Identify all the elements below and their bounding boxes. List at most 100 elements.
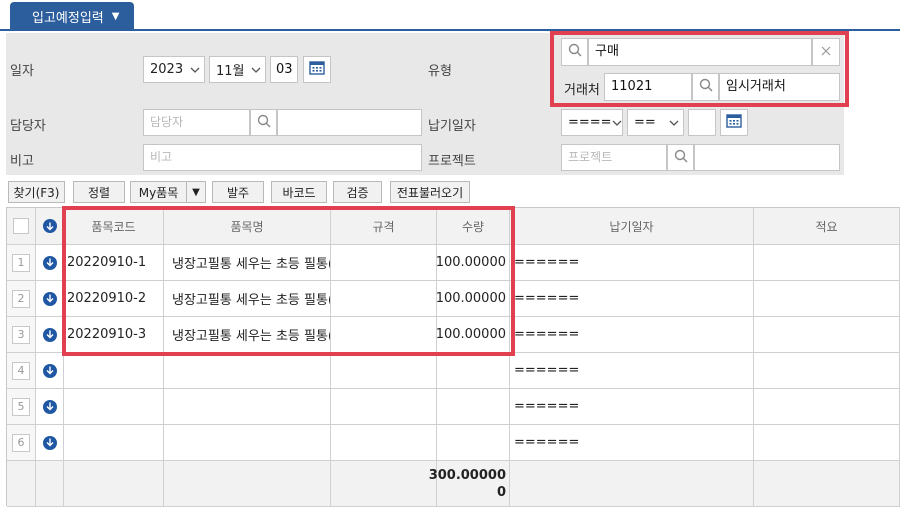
manager-input[interactable]: 담당자 [143, 109, 250, 136]
cell-spec[interactable] [331, 353, 437, 389]
cell-due[interactable]: ====== [510, 389, 754, 425]
download-icon[interactable] [42, 255, 57, 270]
row-number-cell: 6 [7, 425, 36, 461]
row-number-cell: 2 [7, 281, 36, 317]
cell-note[interactable] [754, 389, 900, 425]
manager-name-input[interactable] [277, 109, 422, 136]
cell-code[interactable] [64, 425, 164, 461]
cell-due[interactable]: ====== [510, 245, 754, 281]
cell-qty[interactable] [437, 425, 510, 461]
row-download-cell[interactable] [36, 353, 64, 389]
row-download-cell[interactable] [36, 281, 64, 317]
cell-note[interactable] [754, 353, 900, 389]
total-quantity-line2: 0 [496, 484, 506, 500]
project-label: 프로젝트 [428, 154, 476, 169]
cell-note[interactable] [754, 425, 900, 461]
footer-cell [64, 461, 164, 507]
row-download-cell[interactable] [36, 425, 64, 461]
year-value: 2023 [150, 62, 184, 77]
highlight-box-type-vendor [550, 31, 849, 107]
month-value: 11월 [216, 64, 245, 79]
cell-name[interactable] [164, 425, 331, 461]
project-input[interactable]: 프로젝트 [561, 144, 667, 171]
row-download-cell[interactable] [36, 389, 64, 425]
chevron-down-icon [247, 67, 265, 73]
cell-note[interactable] [754, 245, 900, 281]
due-day-input[interactable] [688, 109, 716, 136]
manager-search-button[interactable] [250, 109, 277, 136]
project-name-input[interactable] [694, 144, 840, 171]
row-number: 5 [12, 397, 30, 416]
cell-due[interactable]: ====== [510, 281, 754, 317]
footer-cell [7, 461, 36, 507]
cell-code[interactable] [64, 353, 164, 389]
tab-incoming-schedule[interactable]: 입고예정입력 ▼ [10, 2, 134, 30]
download-icon[interactable] [42, 399, 57, 414]
footer-cell [36, 461, 64, 507]
chevron-down-icon [186, 67, 204, 73]
due-year-value: ==== [568, 115, 612, 130]
select-all-cell[interactable] [7, 208, 36, 245]
chevron-down-icon [665, 120, 683, 126]
search-icon [257, 114, 271, 132]
cell-due[interactable]: ====== [510, 353, 754, 389]
caret-down-icon: ▼ [192, 186, 200, 198]
month-select[interactable]: 11월 [209, 56, 266, 83]
day-input[interactable]: 03 [270, 56, 298, 83]
footer-cell [331, 461, 437, 507]
cell-due[interactable]: ====== [510, 425, 754, 461]
search-icon [674, 149, 688, 167]
cell-name[interactable] [164, 389, 331, 425]
row-download-cell[interactable] [36, 245, 64, 281]
find-button[interactable]: 찾기(F3) [8, 181, 65, 203]
select-all-checkbox[interactable] [13, 218, 29, 234]
highlight-box-items [62, 206, 515, 356]
type-label: 유형 [428, 64, 452, 79]
order-button[interactable]: 발주 [212, 181, 264, 203]
row-download-cell[interactable] [36, 317, 64, 353]
cell-spec[interactable] [331, 425, 437, 461]
download-all-cell[interactable] [36, 208, 64, 245]
my-items-button[interactable]: My품목 [130, 181, 186, 203]
calendar-button[interactable] [303, 56, 331, 83]
download-icon[interactable] [42, 219, 57, 233]
due-year-select[interactable]: ==== [561, 109, 623, 136]
chevron-down-icon[interactable]: ▼ [112, 11, 120, 22]
sort-button[interactable]: 정렬 [73, 181, 125, 203]
cell-qty[interactable] [437, 353, 510, 389]
due-calendar-button[interactable] [720, 109, 748, 136]
footer-cell [754, 461, 900, 507]
date-label: 일자 [10, 64, 34, 79]
cell-name[interactable] [164, 353, 331, 389]
cell-qty[interactable] [437, 389, 510, 425]
download-icon[interactable] [42, 435, 57, 450]
cell-spec[interactable] [331, 389, 437, 425]
total-quantity: 300.00000 0 [429, 461, 510, 507]
cell-note[interactable] [754, 317, 900, 353]
due-month-select[interactable]: == [627, 109, 684, 136]
row-number-cell: 3 [7, 317, 36, 353]
remark-input[interactable]: 비고 [143, 144, 422, 171]
download-icon[interactable] [42, 327, 57, 342]
download-icon[interactable] [42, 291, 57, 306]
barcode-button[interactable]: 바코드 [271, 181, 327, 203]
column-header-due[interactable]: 납기일자 [510, 208, 754, 245]
load-slip-button[interactable]: 전표불러오기 [390, 181, 470, 203]
cell-note[interactable] [754, 281, 900, 317]
tab-title: 입고예정입력 [32, 10, 104, 26]
row-number: 6 [12, 433, 30, 452]
manager-label: 담당자 [10, 119, 46, 134]
footer-cell [164, 461, 331, 507]
cell-due[interactable]: ====== [510, 317, 754, 353]
verify-button[interactable]: 검증 [333, 181, 382, 203]
project-search-button[interactable] [667, 144, 694, 171]
chevron-down-icon [612, 120, 622, 126]
row-number: 2 [12, 289, 30, 308]
download-icon[interactable] [42, 363, 57, 378]
column-header-note[interactable]: 적요 [754, 208, 900, 245]
remark-label: 비고 [10, 154, 34, 169]
cell-code[interactable] [64, 389, 164, 425]
year-select[interactable]: 2023 [143, 56, 205, 83]
row-number-cell: 5 [7, 389, 36, 425]
my-items-dropdown[interactable]: ▼ [186, 181, 206, 203]
